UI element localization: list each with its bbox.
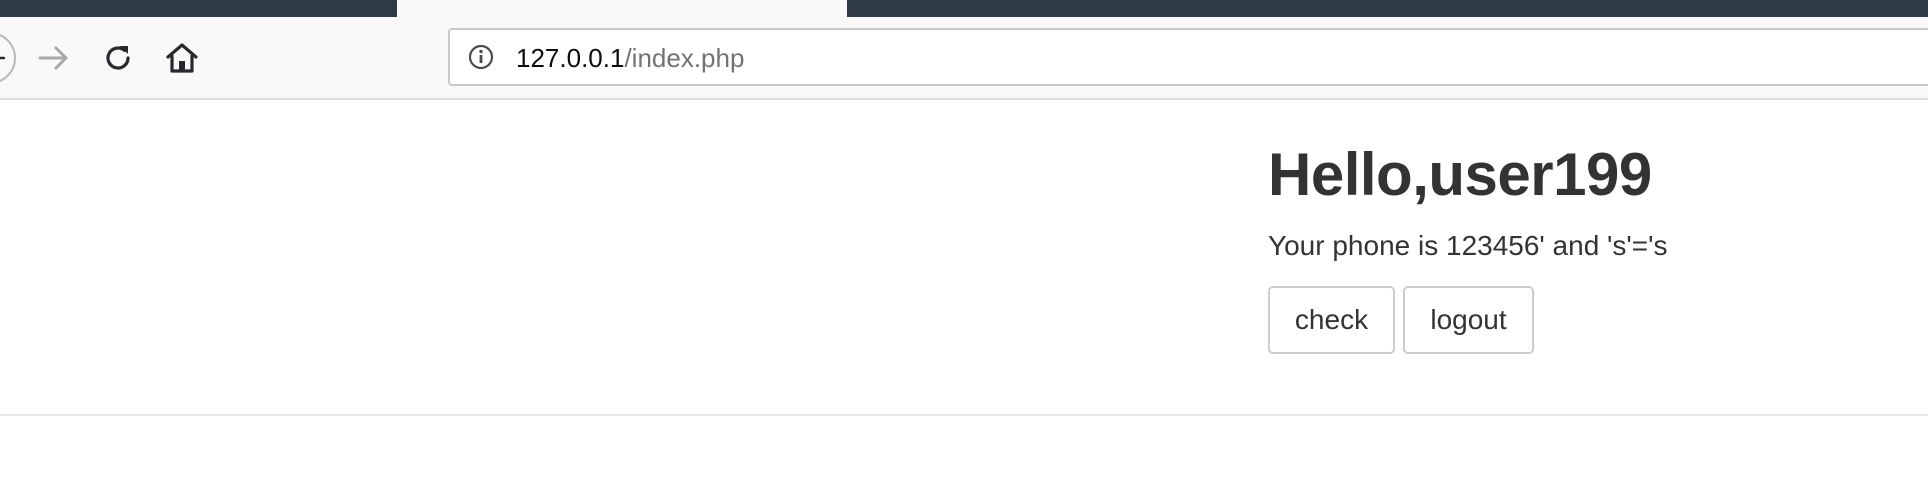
url-text[interactable]: 127.0.0.1/index.php	[516, 42, 744, 74]
forward-button[interactable]	[34, 41, 74, 75]
home-icon	[166, 43, 198, 73]
reload-icon	[106, 46, 130, 70]
content-divider	[0, 414, 1928, 416]
back-arrow-icon	[0, 56, 6, 60]
browser-toolbar: 127.0.0.1/index.php	[0, 17, 1928, 100]
back-button[interactable]	[0, 32, 16, 84]
reload-button[interactable]	[98, 39, 138, 77]
url-host: 127.0.0.1	[516, 43, 625, 73]
url-path: /index.php	[624, 43, 745, 73]
phone-text: Your phone is 123456' and 's'='s	[1268, 230, 1668, 261]
check-button[interactable]: check	[1268, 286, 1395, 354]
forward-arrow-icon	[38, 46, 68, 70]
logout-button[interactable]: logout	[1403, 286, 1534, 354]
active-tab[interactable]	[397, 0, 847, 17]
home-button[interactable]	[162, 39, 202, 77]
tab-strip	[0, 0, 1928, 17]
page-content: Hello,user199 Your phone is 123456' and …	[0, 100, 1928, 484]
greeting-heading: Hello,user199	[1268, 141, 1652, 208]
info-icon[interactable]	[468, 44, 494, 70]
url-bar[interactable]: 127.0.0.1/index.php	[448, 28, 1928, 86]
